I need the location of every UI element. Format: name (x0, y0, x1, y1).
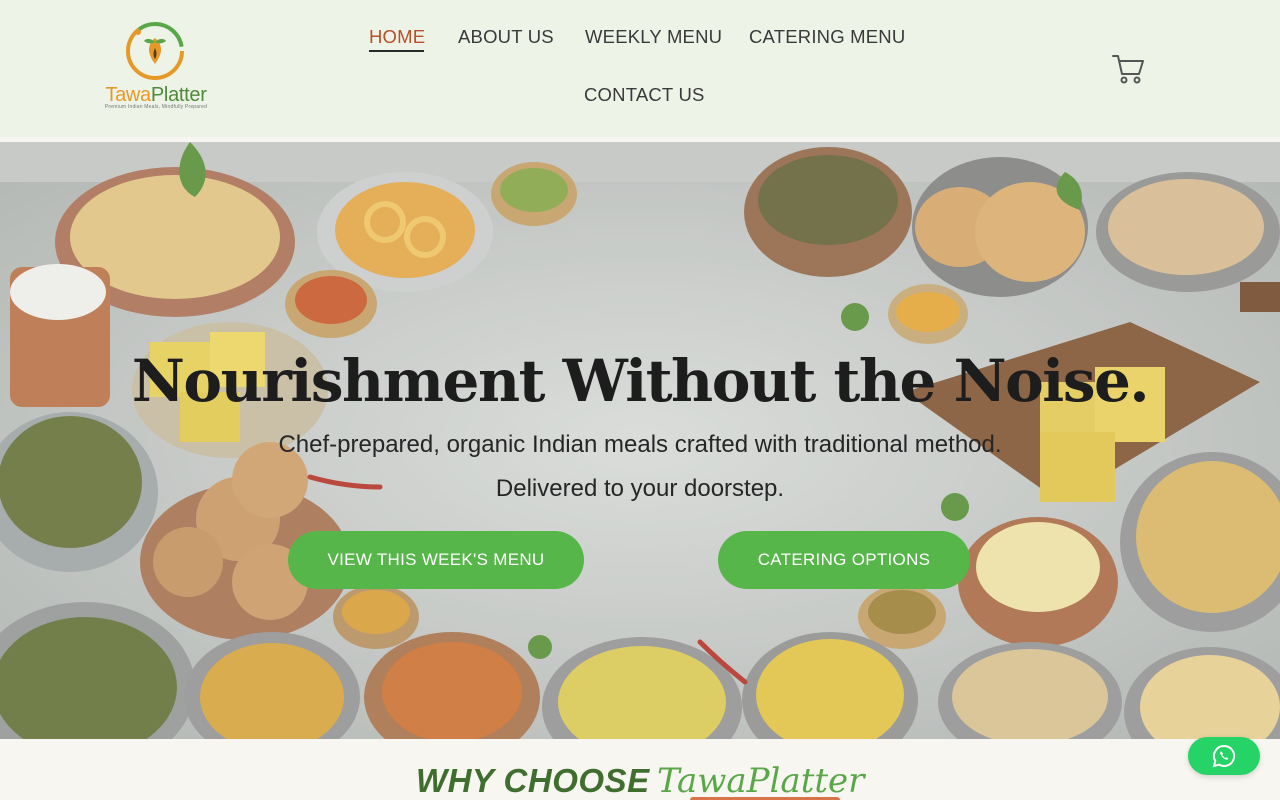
why-choose-section: WHY CHOOSE TawaPlatter (0, 739, 1280, 800)
nav-catering-menu[interactable]: CATERING MENU (749, 26, 905, 48)
hero-subtitle-line-1: Chef-prepared, organic Indian meals craf… (278, 431, 1002, 458)
hero-subtitle-line-2: Delivered to your doorstep. (495, 475, 785, 502)
view-weekly-menu-button[interactable]: VIEW THIS WEEK'S MENU (288, 531, 584, 589)
nav-active-underline (369, 50, 424, 52)
hero-title: Nourishment Without the Noise. (131, 347, 1150, 415)
why-choose-heading: WHY CHOOSE (416, 762, 650, 799)
brand-logo[interactable]: TawaPlatter Premium Indian Meals, Mindfu… (104, 18, 208, 114)
nav-weekly-menu[interactable]: WEEKLY MENU (585, 26, 722, 48)
nav-about-us[interactable]: ABOUT US (458, 26, 554, 48)
nav-contact-us[interactable]: CONTACT US (584, 84, 705, 106)
shopping-cart-icon[interactable] (1110, 50, 1146, 86)
nav-home[interactable]: HOME (369, 26, 425, 48)
why-choose-brand: TawaPlatter (657, 761, 865, 800)
logo-emblem-icon (126, 22, 184, 80)
brand-tagline: Premium Indian Meals, Mindfully Prepared (104, 104, 208, 110)
whatsapp-icon (1212, 744, 1236, 768)
hero-section: Nourishment Without the Noise. Chef-prep… (0, 142, 1280, 739)
catering-options-button[interactable]: CATERING OPTIONS (718, 531, 970, 589)
whatsapp-chat-button[interactable] (1188, 737, 1260, 775)
site-header: TawaPlatter Premium Indian Meals, Mindfu… (0, 0, 1280, 137)
